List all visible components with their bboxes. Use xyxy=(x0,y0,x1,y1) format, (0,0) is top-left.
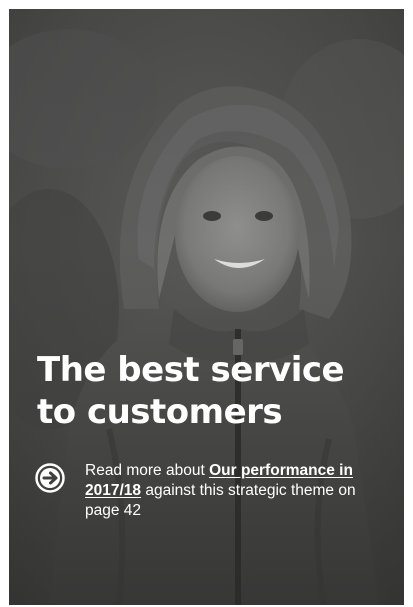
read-more-prefix: Read more about xyxy=(85,462,210,479)
read-more-block: Read more about Our performance in 2017/… xyxy=(35,461,380,521)
arrow-right-circle-icon[interactable] xyxy=(35,463,65,493)
title-line-1: The best service xyxy=(37,350,345,390)
strategic-theme-card: The best service to customers Read more … xyxy=(9,9,404,605)
read-more-text: Read more about Our performance in 2017/… xyxy=(85,461,380,521)
page-title: The best service to customers xyxy=(37,349,382,433)
title-line-2: to customers xyxy=(37,392,283,432)
